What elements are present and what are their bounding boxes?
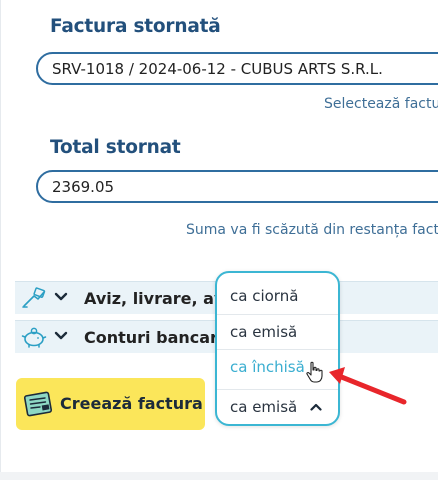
total-field-label: Total stornat (50, 137, 181, 158)
invoice-form-panel: Factura stornată SRV-1018 / 2024-06-12 -… (0, 0, 438, 472)
dropdown-option-draft[interactable]: ca ciornă (217, 279, 338, 314)
total-input-value: 2369.05 (52, 178, 115, 196)
chevron-down-icon (54, 331, 68, 340)
create-invoice-label: Creează factura (60, 394, 203, 413)
total-input[interactable]: 2369.05 (36, 170, 438, 203)
dropdown-selected-value[interactable]: ca emisă (217, 389, 338, 424)
section-delivery-label: Aviz, livrare, ava (84, 289, 236, 308)
invoice-select-field[interactable]: SRV-1018 / 2024-06-12 - CUBUS ARTS S.R.L… (36, 52, 438, 85)
invoice-hint-text: Selectează factu (324, 96, 438, 112)
footer-strip (0, 472, 438, 480)
chevron-down-icon (54, 292, 68, 301)
invoice-select-value: SRV-1018 / 2024-06-12 - CUBUS ARTS S.R.L… (52, 60, 383, 78)
dropdown-option-closed-label: ca închisă (230, 358, 305, 376)
annotation-arrow-icon (329, 367, 407, 405)
section-bank-accounts-label: Conturi bancare (84, 328, 229, 347)
dropdown-option-issued-label: ca emisă (230, 323, 298, 341)
dropdown-option-issued[interactable]: ca emisă (217, 314, 338, 349)
delivery-icon (22, 287, 46, 308)
invoice-document-icon (23, 391, 53, 417)
piggy-bank-icon (21, 327, 47, 348)
dropdown-option-draft-label: ca ciornă (230, 287, 299, 305)
dropdown-selected-label: ca emisă (230, 398, 298, 416)
create-invoice-button[interactable]: Creează factura (16, 378, 205, 430)
total-hint-text: Suma va fi scăzută din restanța fact (186, 222, 438, 238)
invoice-field-label: Factura stornată (50, 16, 221, 37)
